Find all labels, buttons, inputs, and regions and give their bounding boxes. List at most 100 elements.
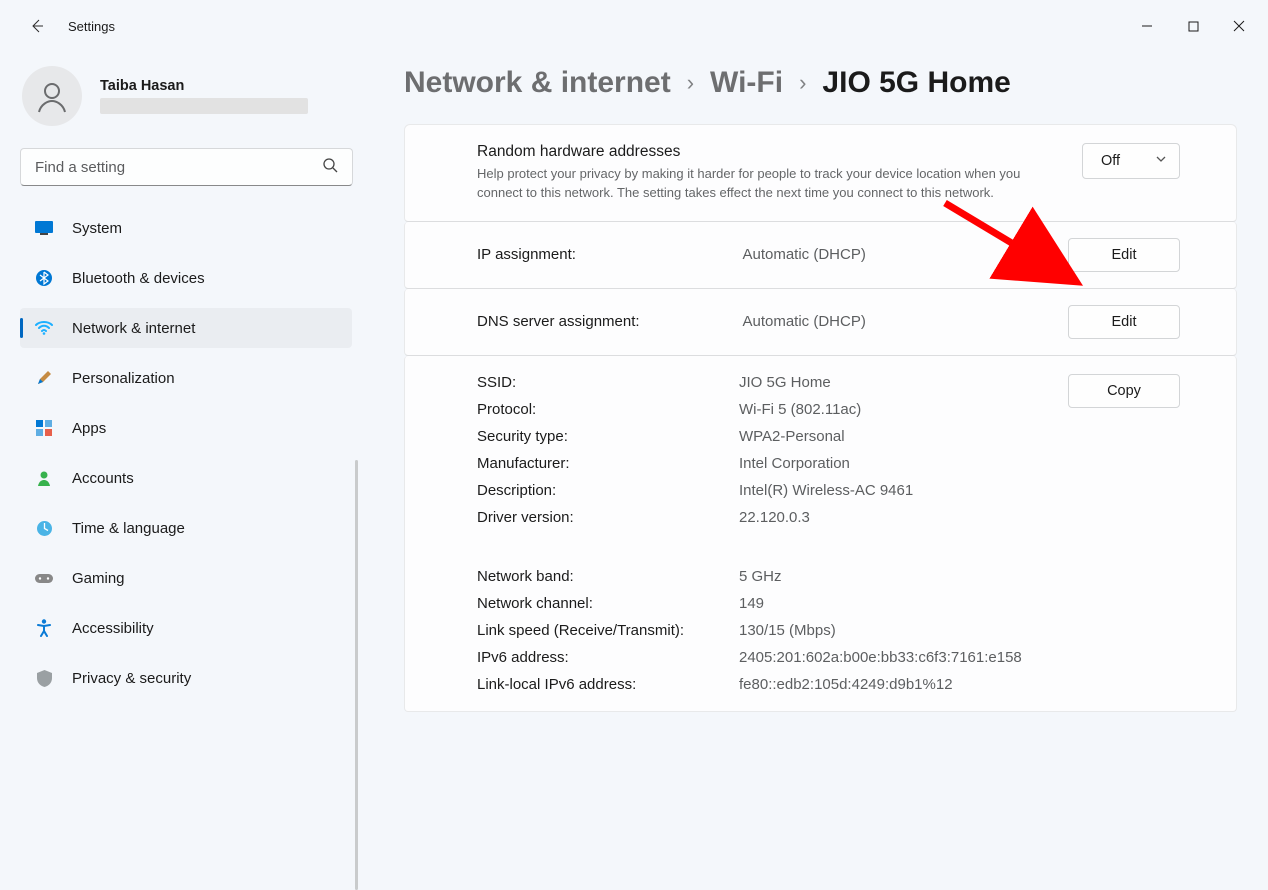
user-email-redacted	[100, 98, 308, 114]
close-button[interactable]	[1216, 10, 1262, 42]
detail-row: Protocol:Wi-Fi 5 (802.11ac)	[477, 401, 1054, 418]
detail-key: Manufacturer:	[477, 455, 739, 472]
chevron-right-icon: ›	[799, 70, 806, 96]
card-dns-assignment: DNS server assignment: Automatic (DHCP) …	[404, 289, 1237, 356]
detail-value: 2405:201:602a:b00e:bb33:c6f3:7161:e158	[739, 649, 1049, 666]
ip-edit-button[interactable]: Edit	[1068, 238, 1180, 272]
card-details: SSID:JIO 5G Home Protocol:Wi-Fi 5 (802.1…	[404, 356, 1237, 712]
card-random-hw: Random hardware addresses Help protect y…	[404, 124, 1237, 222]
detail-key: IPv6 address:	[477, 649, 739, 666]
brush-icon	[34, 368, 54, 388]
sidebar-item-label: Gaming	[72, 570, 125, 587]
detail-row: Driver version:22.120.0.3	[477, 509, 1054, 526]
back-icon[interactable]	[28, 17, 46, 35]
ip-value: Automatic (DHCP)	[742, 246, 1040, 263]
accessibility-icon	[34, 618, 54, 638]
sidebar-item-time-language[interactable]: Time & language	[20, 508, 352, 548]
sidebar-item-label: Apps	[72, 420, 106, 437]
title-bar: Settings	[0, 0, 1268, 52]
person-icon	[34, 468, 54, 488]
chevron-down-icon	[1155, 153, 1167, 169]
detail-row: Link-local IPv6 address:fe80::edb2:105d:…	[477, 676, 1054, 693]
shield-icon	[34, 668, 54, 688]
detail-key: Protocol:	[477, 401, 739, 418]
user-name: Taiba Hasan	[100, 78, 308, 94]
sidebar-item-privacy[interactable]: Privacy & security	[20, 658, 352, 698]
sidebar: Taiba Hasan System Bluetooth & device	[0, 52, 368, 771]
sidebar-scrollbar[interactable]	[355, 460, 358, 890]
detail-row: Description:Intel(R) Wireless-AC 9461	[477, 482, 1054, 499]
sidebar-item-network[interactable]: Network & internet	[20, 308, 352, 348]
dns-value: Automatic (DHCP)	[742, 313, 1040, 330]
minimize-button[interactable]	[1124, 10, 1170, 42]
copy-button[interactable]: Copy	[1068, 374, 1180, 408]
detail-key: Network channel:	[477, 595, 739, 612]
window-controls	[1124, 10, 1268, 42]
detail-value: JIO 5G Home	[739, 374, 1049, 391]
sidebar-item-accessibility[interactable]: Accessibility	[20, 608, 352, 648]
detail-row: Network band:5 GHz	[477, 568, 1054, 585]
sidebar-item-accounts[interactable]: Accounts	[20, 458, 352, 498]
sidebar-item-label: Bluetooth & devices	[72, 270, 205, 287]
detail-value: fe80::edb2:105d:4249:d9b1%12	[739, 676, 1049, 693]
sidebar-item-label: System	[72, 220, 122, 237]
detail-key: SSID:	[477, 374, 739, 391]
details-list: SSID:JIO 5G Home Protocol:Wi-Fi 5 (802.1…	[477, 374, 1054, 693]
detail-value: Wi-Fi 5 (802.11ac)	[739, 401, 1049, 418]
globe-clock-icon	[34, 518, 54, 538]
detail-row: Manufacturer:Intel Corporation	[477, 455, 1054, 472]
detail-key: Link-local IPv6 address:	[477, 676, 739, 693]
detail-value: 130/15 (Mbps)	[739, 622, 1049, 639]
ip-label: IP assignment:	[477, 246, 728, 263]
card-ip-assignment: IP assignment: Automatic (DHCP) Edit	[404, 222, 1237, 289]
detail-key: Link speed (Receive/Transmit):	[477, 622, 739, 639]
gamepad-icon	[34, 568, 54, 588]
search-icon	[322, 157, 338, 178]
detail-key: Security type:	[477, 428, 739, 445]
breadcrumb-current: JIO 5G Home	[822, 66, 1010, 100]
random-hw-desc: Help protect your privacy by making it h…	[477, 165, 1057, 203]
detail-key: Description:	[477, 482, 739, 499]
apps-icon	[34, 418, 54, 438]
search-field[interactable]	[35, 159, 322, 176]
sidebar-item-apps[interactable]: Apps	[20, 408, 352, 448]
monitor-icon	[34, 218, 54, 238]
sidebar-item-personalization[interactable]: Personalization	[20, 358, 352, 398]
sidebar-item-system[interactable]: System	[20, 208, 352, 248]
nav: System Bluetooth & devices Network & int…	[20, 208, 352, 698]
detail-value: WPA2-Personal	[739, 428, 1049, 445]
breadcrumb-network[interactable]: Network & internet	[404, 66, 671, 100]
bluetooth-icon	[34, 268, 54, 288]
dns-edit-button[interactable]: Edit	[1068, 305, 1180, 339]
detail-key: Network band:	[477, 568, 739, 585]
detail-key: Driver version:	[477, 509, 739, 526]
maximize-button[interactable]	[1170, 10, 1216, 42]
detail-row: Network channel:149	[477, 595, 1054, 612]
detail-value: Intel Corporation	[739, 455, 1049, 472]
breadcrumb-wifi[interactable]: Wi-Fi	[710, 66, 783, 100]
random-hw-title: Random hardware addresses	[477, 143, 1068, 161]
breadcrumb: Network & internet › Wi-Fi › JIO 5G Home	[404, 66, 1238, 100]
random-hw-dropdown[interactable]: Off	[1082, 143, 1180, 179]
avatar	[22, 66, 82, 126]
detail-row: IPv6 address:2405:201:602a:b00e:bb33:c6f…	[477, 649, 1054, 666]
detail-row: Security type:WPA2-Personal	[477, 428, 1054, 445]
detail-value: 149	[739, 595, 1049, 612]
user-block[interactable]: Taiba Hasan	[20, 66, 352, 126]
sidebar-item-label: Network & internet	[72, 320, 195, 337]
sidebar-item-bluetooth[interactable]: Bluetooth & devices	[20, 258, 352, 298]
wifi-icon	[34, 318, 54, 338]
detail-value: Intel(R) Wireless-AC 9461	[739, 482, 1049, 499]
sidebar-item-gaming[interactable]: Gaming	[20, 558, 352, 598]
detail-value: 22.120.0.3	[739, 509, 1049, 526]
search-input[interactable]	[20, 148, 353, 186]
detail-value: 5 GHz	[739, 568, 1049, 585]
chevron-right-icon: ›	[687, 70, 694, 96]
dns-label: DNS server assignment:	[477, 313, 728, 330]
sidebar-item-label: Personalization	[72, 370, 175, 387]
content: Network & internet › Wi-Fi › JIO 5G Home…	[368, 52, 1268, 771]
settings-panel: Random hardware addresses Help protect y…	[404, 124, 1237, 712]
random-hw-value: Off	[1101, 153, 1120, 169]
sidebar-item-label: Accessibility	[72, 620, 154, 637]
detail-row: SSID:JIO 5G Home	[477, 374, 1054, 391]
